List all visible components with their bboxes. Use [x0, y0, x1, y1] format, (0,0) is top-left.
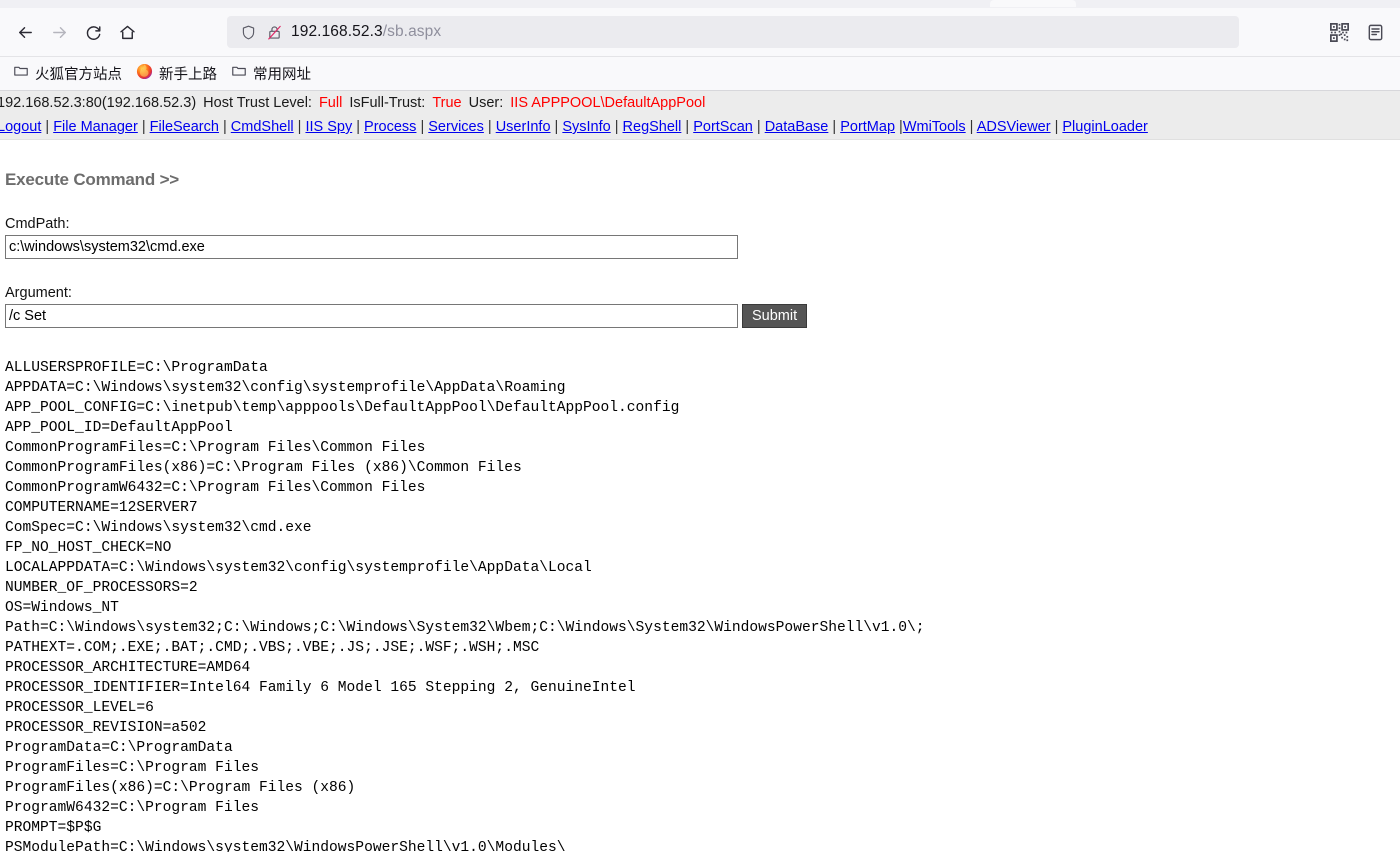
module-nav-bar: Logout | File Manager | FileSearch | Cmd… — [0, 115, 1400, 140]
isfull-trust-value: True — [432, 95, 462, 111]
nav-link-file-manager[interactable]: File Manager — [53, 119, 138, 135]
nav-link-portscan[interactable]: PortScan — [693, 119, 753, 135]
command-output: ALLUSERSPROFILE=C:\ProgramData APPDATA=C… — [5, 360, 925, 852]
back-button[interactable] — [8, 15, 42, 49]
argument-label: Argument: — [5, 285, 72, 301]
home-icon — [119, 25, 135, 39]
reader-view-icon — [1368, 24, 1382, 40]
trust-level-value: Full — [318, 95, 343, 111]
tab-partial[interactable] — [990, 0, 1076, 7]
reload-icon — [86, 25, 100, 40]
bookmark-label: 火狐官方站点 — [35, 67, 122, 83]
address-bar[interactable]: 192.168.52.3/sb.aspx — [227, 16, 1239, 48]
tab-strip — [0, 0, 1400, 8]
nav-link-filesearch[interactable]: FileSearch — [150, 119, 219, 135]
nav-link-database[interactable]: DataBase — [765, 119, 829, 135]
nav-link-adsviewer[interactable]: ADSViewer — [977, 119, 1051, 135]
argument-input[interactable] — [5, 304, 738, 328]
bookmark-label: 新手上路 — [159, 67, 217, 83]
cmdpath-row — [1, 235, 1400, 259]
server-address: 192.168.52.3:80(192.168.52.3) — [0, 95, 197, 111]
forward-button[interactable] — [42, 15, 76, 49]
nav-link-userinfo[interactable]: UserInfo — [496, 119, 551, 135]
user-value: IIS APPPOOL\DefaultAppPool — [510, 95, 706, 111]
nav-link-services[interactable]: Services — [428, 119, 484, 135]
firefox-icon — [136, 63, 153, 85]
browser-toolbar: 192.168.52.3/sb.aspx — [0, 8, 1400, 57]
nav-link-cmdshell[interactable]: CmdShell — [231, 119, 294, 135]
home-button[interactable] — [110, 15, 144, 49]
bookmark-label: 常用网址 — [253, 67, 311, 83]
trust-level-label: Host Trust Level: — [203, 95, 312, 111]
arrow-right-icon — [52, 26, 66, 38]
lock-crossed-icon[interactable] — [261, 24, 287, 41]
page-title: Execute Command >> — [5, 170, 180, 189]
user-label: User: — [468, 95, 504, 111]
isfull-trust-label: IsFull-Trust: — [349, 95, 426, 111]
main-content: Execute Command >> CmdPath: Argument: Su… — [0, 170, 1400, 852]
folder-icon — [13, 63, 29, 84]
nav-link-portmap[interactable]: PortMap — [840, 119, 895, 135]
shield-icon[interactable] — [235, 24, 261, 41]
urlbar-container: 192.168.52.3/sb.aspx — [144, 16, 1322, 48]
submit-button[interactable]: Submit — [742, 304, 808, 328]
nav-link-process[interactable]: Process — [364, 119, 416, 135]
bookmark-item-2[interactable]: 常用网址 — [224, 60, 318, 87]
reload-button[interactable] — [76, 15, 110, 49]
nav-link-sysinfo[interactable]: SysInfo — [562, 119, 610, 135]
page-viewport: 192.168.52.3:80(192.168.52.3) Host Trust … — [0, 91, 1400, 852]
nav-link-logout[interactable]: Logout — [0, 119, 41, 135]
bookmark-item-1[interactable]: 新手上路 — [129, 60, 224, 88]
qr-code-icon — [1329, 22, 1349, 42]
argument-row: Submit — [1, 304, 1400, 328]
browser-chrome: 192.168.52.3/sb.aspx 火狐官方站点 新手上路 常用网址 — [0, 0, 1400, 91]
nav-link-regshell[interactable]: RegShell — [623, 119, 682, 135]
qr-code-button[interactable] — [1322, 15, 1356, 49]
toolbar-right — [1322, 15, 1392, 49]
bookmark-item-0[interactable]: 火狐官方站点 — [6, 60, 129, 87]
nav-link-wmitools[interactable]: WmiTools — [903, 119, 966, 135]
url-host: 192.168.52.3 — [291, 23, 383, 40]
nav-link-pluginloader[interactable]: PluginLoader — [1062, 119, 1147, 135]
cmdpath-label: CmdPath: — [5, 216, 70, 232]
bookmarks-bar: 火狐官方站点 新手上路 常用网址 — [0, 57, 1400, 91]
nav-link-iis-spy[interactable]: IIS Spy — [305, 119, 352, 135]
url-path: /sb.aspx — [382, 23, 442, 40]
server-info-bar: 192.168.52.3:80(192.168.52.3) Host Trust … — [0, 91, 1400, 115]
reader-view-button[interactable] — [1358, 15, 1392, 49]
url-text: 192.168.52.3/sb.aspx — [291, 23, 441, 41]
cmdpath-input[interactable] — [5, 235, 738, 259]
folder-icon — [231, 63, 247, 84]
arrow-left-icon — [18, 26, 32, 38]
